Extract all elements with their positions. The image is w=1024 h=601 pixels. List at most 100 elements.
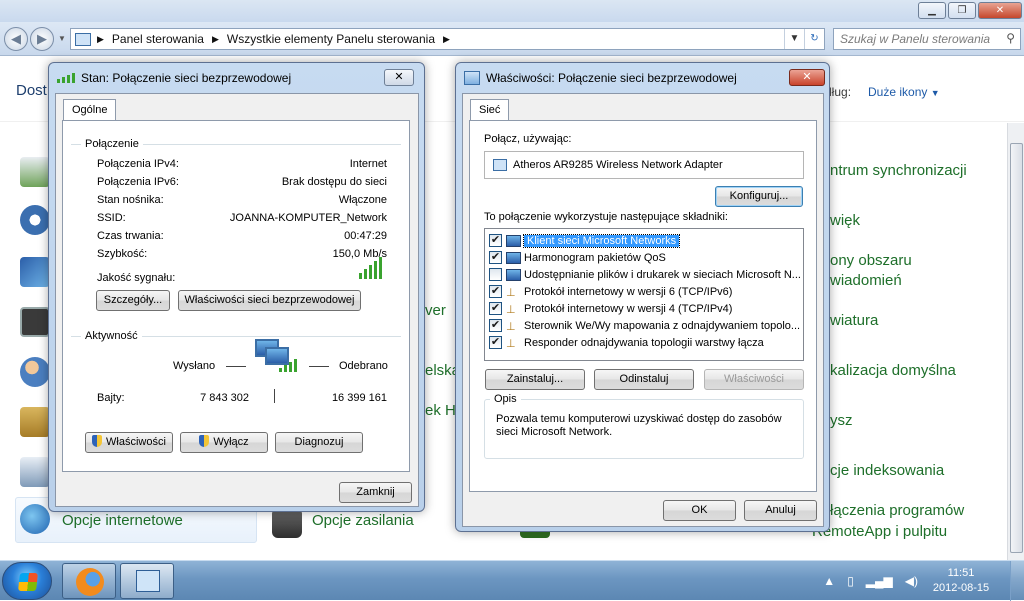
- close-button[interactable]: Zamknij: [339, 482, 412, 503]
- cp-item-sync-center[interactable]: ntrum synchronizacji: [830, 162, 967, 179]
- cp-item-remoteapp-line2[interactable]: RemoteApp i pulpitu: [812, 523, 947, 540]
- page-heading-partial: Dost: [16, 82, 47, 99]
- cp-item-notification-icons[interactable]: ony obszaru: [830, 252, 912, 269]
- ssid-label: SSID:: [97, 212, 126, 224]
- wireless-properties-button[interactable]: Właściwości sieci bezprzewodowej: [178, 290, 361, 311]
- list-item[interactable]: ✔ ⊥ Protokół internetowy w wersji 6 (TCP…: [489, 283, 732, 300]
- uninstall-button[interactable]: Odinstaluj: [594, 369, 694, 390]
- taskbar-control-panel[interactable]: [120, 563, 174, 599]
- minimize-button[interactable]: ▁: [918, 2, 946, 19]
- checkbox[interactable]: ✔: [489, 285, 502, 298]
- refresh-icon[interactable]: ↻: [804, 29, 824, 49]
- breadcrumb-separator-icon[interactable]: ▶: [443, 34, 450, 45]
- clock-date: 2012-08-15: [932, 582, 990, 594]
- properties-button[interactable]: Właściwości: [85, 432, 173, 453]
- power-options-icon[interactable]: [272, 508, 302, 538]
- details-button[interactable]: Szczegóły...: [96, 290, 170, 311]
- cp-item-indexing[interactable]: cje indeksowania: [830, 462, 944, 479]
- scrollbar-thumb[interactable]: [1010, 143, 1023, 553]
- checkbox[interactable]: ✔: [489, 319, 502, 332]
- vertical-scrollbar[interactable]: [1007, 123, 1024, 560]
- list-item[interactable]: ✔ Klient sieci Microsoft Networks: [489, 232, 681, 249]
- performance-icon[interactable]: [20, 307, 50, 337]
- cp-item-remoteapp[interactable]: łączenia programów: [830, 502, 964, 519]
- cp-item-keyboard[interactable]: wiatura: [830, 312, 878, 329]
- cp-item-notification-icons-line2[interactable]: wiadomień: [830, 272, 902, 289]
- received-label: Odebrano: [339, 360, 388, 372]
- close-icon[interactable]: ✕: [384, 69, 414, 86]
- recent-pages-dropdown[interactable]: ▼: [58, 34, 66, 43]
- credential-manager-icon[interactable]: [20, 407, 50, 437]
- dialog-title: Właściwości: Połączenie sieci bezprzewod…: [464, 71, 737, 85]
- view-by-dropdown[interactable]: Duże ikony ▼: [868, 85, 940, 99]
- cancel-button[interactable]: Anuluj: [744, 500, 817, 521]
- protocol-icon: ⊥: [506, 286, 516, 299]
- checkbox[interactable]: ✔: [489, 336, 502, 349]
- programs-features-icon[interactable]: [20, 457, 50, 487]
- checkbox[interactable]: ✔: [489, 251, 502, 264]
- configure-button[interactable]: Konfiguruj...: [715, 186, 803, 207]
- cp-item-default-location[interactable]: kalizacja domyślna: [830, 362, 956, 379]
- list-item[interactable]: ✔ ⊥ Protokół internetowy w wersji 4 (TCP…: [489, 300, 732, 317]
- window-titlebar: ▁ ❐ ✕: [0, 0, 1024, 22]
- maximize-button[interactable]: ❐: [948, 2, 976, 19]
- forward-button[interactable]: ▶: [30, 27, 54, 51]
- cp-item-mouse[interactable]: ysz: [830, 412, 853, 429]
- taskbar-firefox[interactable]: [62, 563, 116, 599]
- bytes-divider: [274, 389, 275, 403]
- install-button[interactable]: Zainstaluj...: [485, 369, 585, 390]
- network-service-icon: [506, 268, 521, 281]
- breadcrumb-item[interactable]: Wszystkie elementy Panelu sterowania: [227, 32, 435, 46]
- protocol-icon: ⊥: [506, 320, 516, 333]
- breadcrumb-separator-icon[interactable]: ▶: [212, 34, 219, 45]
- battery-icon[interactable]: ▯: [847, 574, 854, 588]
- clock[interactable]: 11:51 2012-08-15: [924, 566, 998, 596]
- close-icon[interactable]: ✕: [789, 69, 825, 86]
- list-item[interactable]: ✔ Harmonogram pakietów QoS: [489, 249, 666, 266]
- tab-general[interactable]: Ogólne: [63, 99, 117, 121]
- network-client-icon: [506, 234, 521, 247]
- show-hidden-icons-icon[interactable]: ▲: [823, 574, 835, 588]
- cp-item-partial[interactable]: ver: [425, 302, 446, 319]
- volume-icon[interactable]: ◀): [905, 574, 918, 588]
- list-item[interactable]: ✔ ⊥ Responder odnajdywania topologii war…: [489, 334, 764, 351]
- back-button[interactable]: ◀: [4, 27, 28, 51]
- address-dropdown-icon[interactable]: ▼: [784, 29, 804, 49]
- tab-network[interactable]: Sieć: [470, 99, 510, 121]
- close-window-button[interactable]: ✕: [978, 2, 1022, 19]
- cp-item-power-options[interactable]: Opcje zasilania: [312, 512, 414, 529]
- autoplay-icon[interactable]: [20, 205, 50, 235]
- checkbox[interactable]: ✔: [489, 234, 502, 247]
- show-desktop-button[interactable]: [1010, 561, 1024, 601]
- start-button[interactable]: [2, 562, 52, 600]
- bytes-sent-value: 7 843 302: [200, 392, 249, 404]
- action-center-icon[interactable]: [20, 157, 50, 187]
- breadcrumb-separator-icon: ▶: [97, 33, 104, 44]
- search-input[interactable]: Szukaj w Panelu sterowania ⚲: [833, 28, 1021, 50]
- checkbox[interactable]: ✔: [489, 302, 502, 315]
- windows-logo-icon: [18, 573, 38, 591]
- disable-button[interactable]: Wyłącz: [180, 432, 268, 453]
- cp-item-sound[interactable]: więk: [830, 212, 860, 229]
- uac-shield-icon: [92, 435, 103, 447]
- ok-button[interactable]: OK: [663, 500, 736, 521]
- network-signal-icon[interactable]: ▂▄▆: [866, 574, 893, 588]
- bytes-received-value: 16 399 161: [331, 392, 387, 404]
- component-properties-button[interactable]: Właściwości: [704, 369, 804, 390]
- breadcrumb-item[interactable]: Panel sterowania: [112, 32, 204, 46]
- address-bar[interactable]: ▶ Panel sterowania ▶ Wszystkie elementy …: [70, 28, 825, 50]
- diagnose-button[interactable]: Diagnozuj: [275, 432, 363, 453]
- display-icon[interactable]: [20, 257, 50, 287]
- network-card-icon: [493, 159, 507, 171]
- user-accounts-icon[interactable]: [20, 357, 50, 387]
- list-item[interactable]: ✔ ⊥ Sterownik We/Wy mapowania z odnajdyw…: [489, 317, 800, 334]
- search-icon[interactable]: ⚲: [1006, 31, 1015, 45]
- checkbox[interactable]: [489, 268, 502, 281]
- dialog-body: Ogólne Połączenie Połączenia IPv4: Inter…: [55, 93, 419, 507]
- list-item[interactable]: Udostępnianie plików i drukarek w siecia…: [489, 266, 801, 283]
- cp-item-internet-options[interactable]: Opcje internetowe: [62, 512, 183, 529]
- components-list[interactable]: ✔ Klient sieci Microsoft Networks ✔ Harm…: [484, 228, 804, 361]
- search-placeholder: Szukaj w Panelu sterowania: [840, 32, 991, 46]
- control-panel-icon: [75, 32, 91, 46]
- internet-options-icon[interactable]: [20, 504, 50, 534]
